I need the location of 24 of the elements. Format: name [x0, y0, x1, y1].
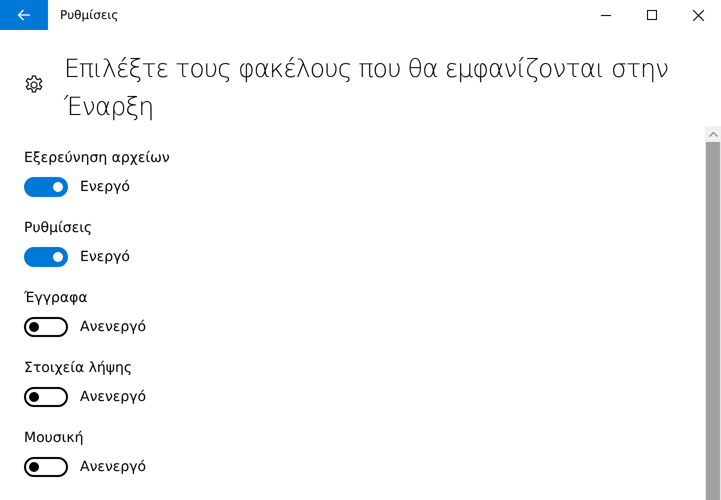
scroll-up-button[interactable]: [705, 126, 721, 142]
scrollbar[interactable]: [705, 126, 721, 500]
toggle-status: Ανενεργό: [80, 459, 146, 475]
setting-label: Έγγραφα: [24, 289, 88, 308]
toggle-status: Ανενεργό: [80, 319, 146, 335]
toggle-status: Ενεργό: [80, 249, 130, 265]
settings-icon: [24, 75, 44, 95]
toggle-switch[interactable]: [24, 317, 68, 337]
caret-up-icon: [708, 132, 718, 136]
toggle-switch[interactable]: [24, 247, 68, 267]
setting-label: Εξερεύνηση αρχείων: [24, 149, 170, 168]
toggle-status: Ενεργό: [80, 179, 130, 195]
close-icon: [692, 10, 704, 20]
setting-label: Ρυθμίσεις: [24, 219, 92, 238]
toggle-switch[interactable]: [24, 457, 68, 477]
toggle-switch[interactable]: [24, 177, 68, 197]
maximize-icon: [647, 10, 657, 20]
back-arrow-icon: [17, 9, 31, 21]
toggle-status: Ανενεργό: [80, 389, 146, 405]
window-title: Ρυθμίσεις: [60, 8, 120, 22]
setting-label: Στοιχεία λήψης: [24, 359, 132, 378]
page-heading: Επιλέξτε τους φακέλους που θα εμφανίζονται στην Έναρξη: [64, 53, 670, 123]
setting-label: Μουσική: [24, 429, 84, 448]
toggle-switch[interactable]: [24, 387, 68, 407]
